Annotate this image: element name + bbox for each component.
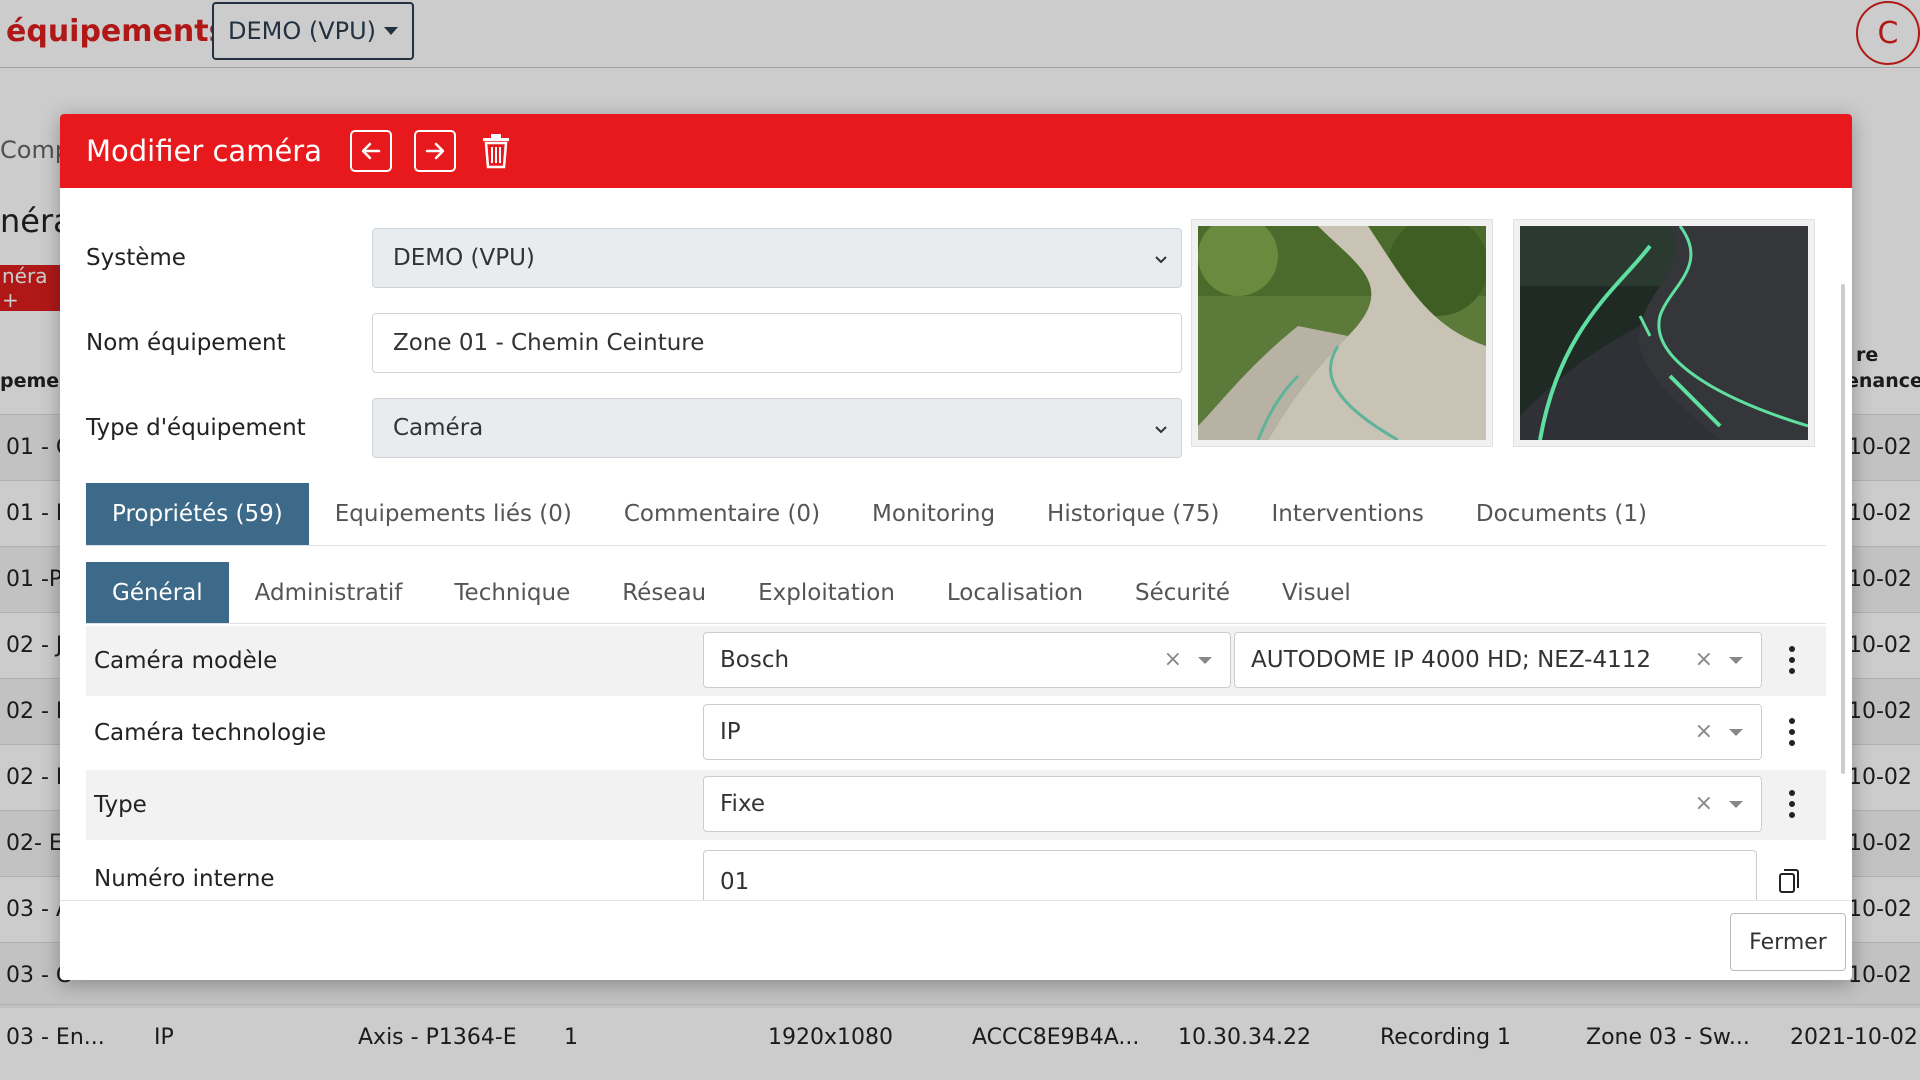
tab-comments[interactable]: Commentaire (0) xyxy=(598,483,846,545)
tab-security[interactable]: Sécurité xyxy=(1109,562,1256,623)
arrow-right-icon xyxy=(425,142,445,160)
dropdown-arrow-icon[interactable] xyxy=(1198,657,1212,664)
camera-technology-value: IP xyxy=(720,719,741,745)
internal-number-label: Numéro interne xyxy=(94,866,275,892)
modal-footer: Fermer xyxy=(60,900,1852,980)
system-select[interactable]: DEMO (VPU) xyxy=(372,228,1182,288)
clear-icon[interactable]: × xyxy=(1695,791,1713,816)
camera-brand-value: Bosch xyxy=(720,647,790,673)
camera-model-label: Caméra modèle xyxy=(94,648,278,674)
system-select-value: DEMO (VPU) xyxy=(393,245,535,271)
modal-body: Système Nom équipement Type d'équipement… xyxy=(60,188,1852,900)
system-label: Système xyxy=(86,245,186,271)
property-row-camera-model: Caméra modèle Bosch × AUTODOME IP 4000 H… xyxy=(86,626,1826,696)
more-options-icon[interactable] xyxy=(1788,716,1796,748)
tab-location[interactable]: Localisation xyxy=(921,562,1109,623)
tab-linked-equipment[interactable]: Equipements liés (0) xyxy=(309,483,598,545)
camera-technology-select[interactable]: IP × xyxy=(703,704,1762,760)
tab-history[interactable]: Historique (75) xyxy=(1021,483,1245,545)
edit-camera-modal: Modifier caméra Système Nom équipement T… xyxy=(60,114,1852,980)
camera-technology-label: Caméra technologie xyxy=(94,720,327,746)
modal-title: Modifier caméra xyxy=(86,134,322,168)
equipment-type-label: Type d'équipement xyxy=(86,415,306,441)
equipment-name-label: Nom équipement xyxy=(86,330,286,356)
tab-properties[interactable]: Propriétés (59) xyxy=(86,483,309,545)
type-select[interactable]: Fixe × xyxy=(703,776,1762,832)
camera-photo-night[interactable] xyxy=(1514,220,1814,446)
dropdown-arrow-icon[interactable] xyxy=(1729,729,1743,736)
close-button[interactable]: Fermer xyxy=(1730,913,1846,971)
chevron-down-icon xyxy=(1155,426,1167,434)
internal-number-input[interactable]: 01 xyxy=(703,850,1757,900)
equipment-type-select[interactable]: Caméra xyxy=(372,398,1182,458)
scrollbar[interactable] xyxy=(1841,284,1845,774)
tab-visual[interactable]: Visuel xyxy=(1256,562,1377,623)
equipment-name-value: Zone 01 - Chemin Ceinture xyxy=(393,330,705,356)
more-options-icon[interactable] xyxy=(1788,644,1796,676)
property-row-type: Type Fixe × xyxy=(86,770,1826,840)
equipment-type-value: Caméra xyxy=(393,415,484,441)
tab-network[interactable]: Réseau xyxy=(596,562,732,623)
property-row-camera-technology: Caméra technologie IP × xyxy=(86,698,1826,768)
equipment-name-input[interactable]: Zone 01 - Chemin Ceinture xyxy=(372,313,1182,373)
dropdown-arrow-icon[interactable] xyxy=(1729,801,1743,808)
internal-number-value: 01 xyxy=(720,869,750,895)
tab-technical[interactable]: Technique xyxy=(428,562,596,623)
clear-icon[interactable]: × xyxy=(1695,719,1713,744)
camera-brand-select[interactable]: Bosch × xyxy=(703,632,1231,688)
chevron-down-icon xyxy=(1155,256,1167,264)
next-button[interactable] xyxy=(413,130,456,172)
modal-header: Modifier caméra xyxy=(60,114,1852,188)
type-label: Type xyxy=(94,792,147,818)
clear-icon[interactable]: × xyxy=(1695,647,1713,672)
clear-icon[interactable]: × xyxy=(1164,647,1182,672)
more-options-icon[interactable] xyxy=(1788,788,1796,820)
tab-interventions[interactable]: Interventions xyxy=(1246,483,1450,545)
tab-monitoring[interactable]: Monitoring xyxy=(846,483,1021,545)
arrow-left-icon xyxy=(361,142,381,160)
type-value: Fixe xyxy=(720,791,766,817)
main-tabs: Propriétés (59) Equipements liés (0) Com… xyxy=(86,483,1826,546)
property-row-internal-number: Numéro interne 01 xyxy=(86,842,1826,900)
tab-operation[interactable]: Exploitation xyxy=(732,562,921,623)
camera-model-select[interactable]: AUTODOME IP 4000 HD; NEZ-4112 × xyxy=(1234,632,1762,688)
delete-button[interactable] xyxy=(478,130,514,172)
path-night-image xyxy=(1520,226,1808,440)
camera-photo-day[interactable] xyxy=(1192,220,1492,446)
camera-model-value: AUTODOME IP 4000 HD; NEZ-4112 xyxy=(1251,647,1652,673)
tab-administrative[interactable]: Administratif xyxy=(229,562,429,623)
previous-button[interactable] xyxy=(349,130,392,172)
path-day-image xyxy=(1198,226,1486,440)
copy-icon[interactable] xyxy=(1778,868,1800,894)
dropdown-arrow-icon[interactable] xyxy=(1729,657,1743,664)
trash-icon xyxy=(482,134,509,169)
tab-general[interactable]: Général xyxy=(86,562,229,623)
tab-documents[interactable]: Documents (1) xyxy=(1450,483,1673,545)
sub-tabs: Général Administratif Technique Réseau E… xyxy=(86,562,1826,624)
